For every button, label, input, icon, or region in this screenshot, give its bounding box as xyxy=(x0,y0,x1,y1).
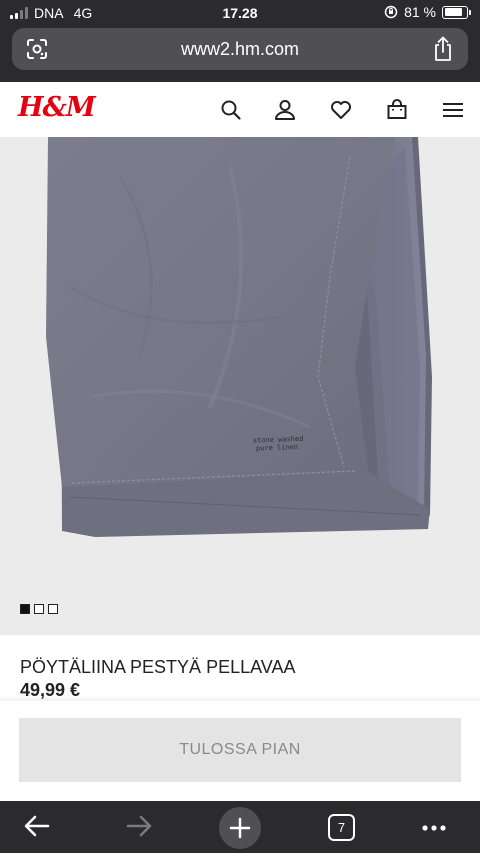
browser-address-area: www2.hm.com xyxy=(0,28,480,82)
product-info: PÖYTÄLIINA PESTYÄ PELLAVAA 49,99 € xyxy=(0,635,480,701)
browser-toolbar: 7 xyxy=(0,801,480,853)
url-text[interactable]: www2.hm.com xyxy=(12,39,468,60)
product-price: 49,99 € xyxy=(20,680,81,700)
image-dot[interactable] xyxy=(34,604,44,614)
battery-icon xyxy=(442,5,471,19)
image-dot[interactable] xyxy=(48,604,58,614)
orientation-lock-icon xyxy=(384,5,398,19)
image-pagination xyxy=(20,604,58,614)
back-arrow-icon[interactable] xyxy=(22,811,52,841)
share-icon[interactable] xyxy=(432,36,454,62)
image-dot[interactable] xyxy=(20,604,30,614)
svg-text:pure linen: pure linen xyxy=(256,443,298,452)
new-tab-plus-icon xyxy=(229,817,251,839)
search-icon[interactable] xyxy=(218,97,244,123)
status-bar: DNA 4G 17.28 81 % xyxy=(0,0,480,28)
battery-percent: 81 % xyxy=(404,4,436,20)
status-right: 81 % xyxy=(384,4,471,20)
menu-hamburger-icon[interactable] xyxy=(440,97,466,123)
product-name: PÖYTÄLIINA PESTYÄ PELLAVAA xyxy=(20,657,296,677)
address-bar[interactable]: www2.hm.com xyxy=(12,28,468,70)
sticky-cta-bar: TULOSSA PIAN xyxy=(0,701,480,801)
forward-arrow-icon[interactable] xyxy=(124,811,154,841)
product-image-gallery[interactable]: stone washed pure linen xyxy=(0,137,480,635)
site-header: H&M xyxy=(0,82,480,137)
hm-logo[interactable]: H&M xyxy=(18,92,96,123)
tabs-count-icon[interactable]: 7 xyxy=(328,814,355,841)
new-tab-button[interactable] xyxy=(219,807,261,849)
favorites-heart-icon[interactable] xyxy=(328,97,354,123)
more-dots-icon[interactable] xyxy=(420,814,448,842)
account-icon[interactable] xyxy=(272,97,298,123)
shopping-bag-icon[interactable] xyxy=(384,97,410,123)
linen-tablecloth-image: stone washed pure linen xyxy=(46,137,432,537)
coming-soon-button[interactable]: TULOSSA PIAN xyxy=(19,718,461,782)
